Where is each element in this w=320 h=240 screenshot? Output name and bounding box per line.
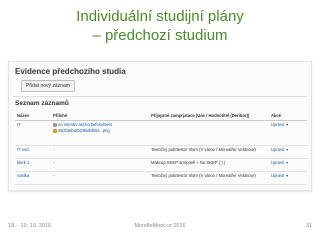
caret-down-icon: ▼ [285,174,289,178]
column-header-attachments: Přílohé [51,110,149,121]
records-table: Název Přílohé Příjoprné zamprjatace (Uás… [15,110,307,185]
caret-down-icon: ▼ [285,123,289,127]
table-row: nastka - Tesločný pobrtestor Irlorn (V v… [15,171,307,185]
file-icon [53,122,57,127]
action-dropdown[interactable]: Upravit ▼ [269,171,307,185]
table-row: IT oo interdiv ascricrtiefoselseet 2B2bt… [15,120,307,146]
attachments-cell: oo interdiv ascricrtiefoselseet 2B2bteba… [51,120,149,146]
column-header-name: Název [15,110,51,121]
record-name-link[interactable]: klerk 1 [15,158,51,172]
caret-down-icon: ▼ [285,148,289,152]
column-header-actions: Akcé [269,110,307,121]
section-title: Seznam záznamů [15,100,69,107]
action-dropdown[interactable]: Upravit ▼ [269,158,307,172]
slide-title-line2: – předchozí studium [92,27,228,44]
module-title: Evidence předchozího studia [15,67,126,76]
image-icon [53,128,57,133]
action-dropdown[interactable]: Upravit ▼ [269,145,307,159]
note-cell: Tesločný pobrtestor Irlorn (V vároo / Mo… [149,145,269,159]
attachments-cell: - [51,145,149,159]
action-dropdown[interactable]: Upravit ▼ [269,120,307,146]
record-name-link[interactable]: IT esd [15,145,51,159]
attachment-link[interactable]: 2B2btebarb23Bd9hB4...png [53,128,147,134]
table-row: klerk 1 - Makcup SKEP amrpnell + Ne SKEP… [15,158,307,172]
footer-event: MoodleMoot.cz 2016 [134,223,186,229]
moodle-screenshot: Evidence předchozího studia Přidat nový … [8,61,312,191]
table-header-row: Název Přílohé Příjoprné zamprjatace (Uás… [15,110,307,121]
note-cell: Tesločný pobrtestor Irlorn (V vároo / Mo… [149,171,269,185]
slide-title-line1: Individuální studijní plány [76,8,244,25]
attachments-cell: - [51,158,149,172]
record-name-link[interactable]: nastka [15,171,51,185]
add-record-button[interactable]: Přidat nový záznam [21,80,75,92]
attachments-cell: - [51,171,149,185]
caret-down-icon: ▼ [285,161,289,165]
slide-footer: 18. - 19. 10. 2016 MoodleMoot.cz 2016 31 [0,223,320,233]
column-header-note: Příjoprné zamprjatace (Uás / Hodnotitel … [149,110,269,121]
note-cell [149,120,269,146]
record-name-link[interactable]: IT [15,120,51,146]
table-row: IT esd - Tesločný pobrtestor Irlorn (V v… [15,145,307,159]
note-cell: Makcup SKEP amrpnell + Ne SKEP ( ) ) [149,158,269,172]
divider [13,96,307,97]
footer-page-number: 31 [305,223,312,229]
